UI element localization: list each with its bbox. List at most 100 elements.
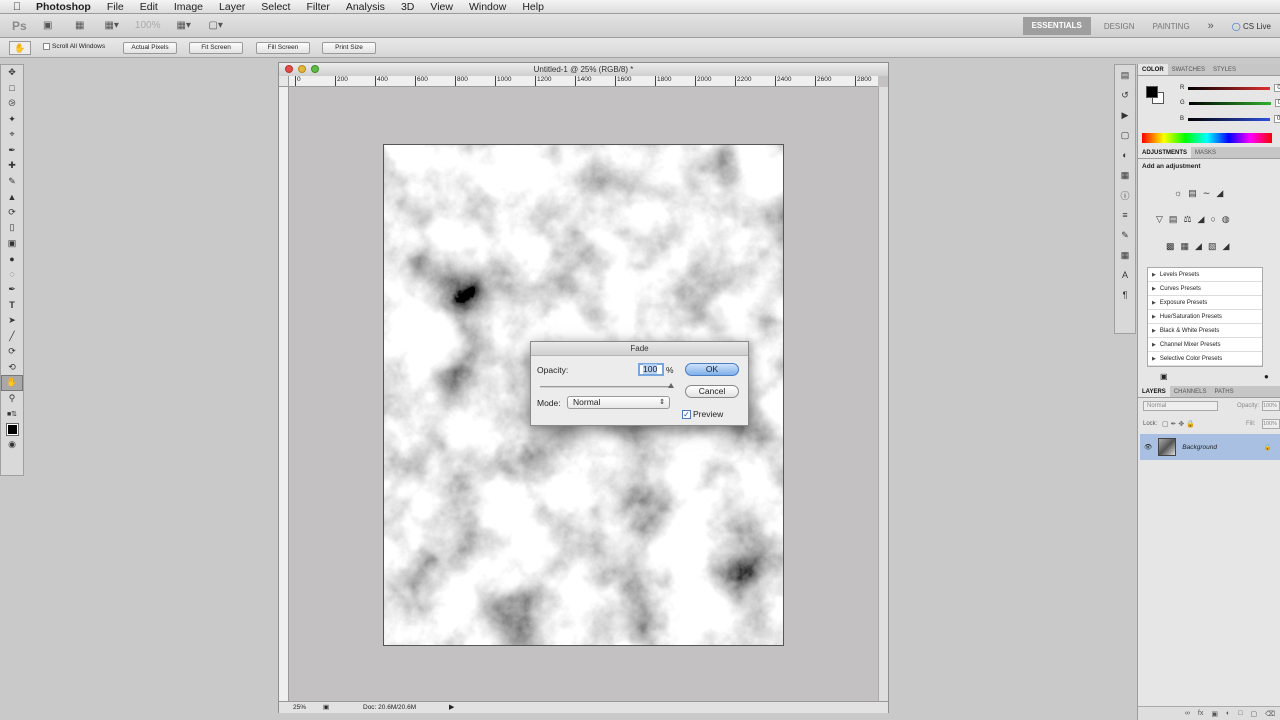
paragraph-icon[interactable]: ¶ <box>1115 285 1135 305</box>
healing-brush-tool-icon[interactable]: ✚ <box>1 158 23 174</box>
vibrance-icon[interactable]: ▽ <box>1156 214 1163 225</box>
document-title-bar[interactable]: Untitled-1 @ 25% (RGB/8) * <box>279 63 888 76</box>
preset-item[interactable]: ▶ Channel Mixer Presets <box>1148 338 1262 352</box>
cancel-button[interactable]: Cancel <box>685 385 739 398</box>
mini-bridge-icon[interactable]: ▦ <box>69 19 91 33</box>
mode-select[interactable]: Normal ⇕ <box>567 396 670 409</box>
menu-view[interactable]: View <box>422 1 461 13</box>
curves-icon[interactable]: ∼ <box>1203 188 1211 199</box>
navigator-icon[interactable]: ▦ <box>1115 165 1135 185</box>
threshold-icon[interactable]: ◢ <box>1195 241 1202 252</box>
app-menu[interactable]: Photoshop <box>24 1 99 13</box>
preset-item[interactable]: ▶ Selective Color Presets <box>1148 352 1262 366</box>
actions-icon[interactable]: ▶ <box>1115 105 1135 125</box>
photo-filter-icon[interactable]: ○ <box>1210 214 1215 225</box>
crop-tool-icon[interactable]: ⌖ <box>1 127 23 143</box>
marquee-tool-icon[interactable]: □ <box>1 81 23 97</box>
eyedropper-tool-icon[interactable]: ✒ <box>1 143 23 159</box>
dodge-tool-icon[interactable]: ◌ <box>1 267 23 283</box>
vertical-scrollbar[interactable] <box>878 87 888 704</box>
view-extras-icon[interactable]: ▦▾ <box>101 19 123 33</box>
zoom-icon[interactable] <box>311 65 319 73</box>
scroll-all-windows-checkbox[interactable]: Scroll All Windows <box>43 43 105 50</box>
opacity-slider[interactable] <box>540 386 670 388</box>
layer-opacity-input[interactable]: 100% <box>1262 401 1280 411</box>
mask-icon[interactable]: ◐ <box>1115 145 1135 165</box>
ok-button[interactable]: OK <box>685 363 739 376</box>
gradient-tool-icon[interactable]: ▣ <box>1 236 23 252</box>
ruler-origin[interactable] <box>279 76 289 87</box>
tab-channels[interactable]: CHANNELS <box>1170 386 1211 397</box>
preview-checkbox[interactable]: ✓ Preview <box>682 409 723 419</box>
hue-saturation-icon[interactable]: ▤ <box>1169 214 1178 225</box>
menu-edit[interactable]: Edit <box>132 1 166 13</box>
type-tool-icon[interactable]: T <box>1 298 23 314</box>
tab-color[interactable]: COLOR <box>1138 64 1168 75</box>
lasso-tool-icon[interactable]: ⧁ <box>1 96 23 112</box>
history-brush-tool-icon[interactable]: ⟳ <box>1 205 23 221</box>
preset-item[interactable]: ▶ Curves Presets <box>1148 282 1262 296</box>
minimize-icon[interactable] <box>298 65 306 73</box>
clone-source-icon[interactable]: ▦ <box>1115 245 1135 265</box>
path-selection-tool-icon[interactable]: ➤ <box>1 313 23 329</box>
opacity-input[interactable]: 100 <box>638 363 664 376</box>
invert-icon[interactable]: ▩ <box>1166 241 1175 252</box>
green-slider[interactable] <box>1188 101 1271 105</box>
preset-item[interactable]: ▶ Black & White Presets <box>1148 324 1262 338</box>
menu-3d[interactable]: 3D <box>393 1 422 13</box>
hand-tool-icon[interactable]: ✋ <box>1 375 23 391</box>
tab-paths[interactable]: PATHS <box>1210 386 1237 397</box>
horizontal-ruler[interactable]: 0 200 400 600 800 1000 1200 1400 1600 18… <box>289 76 878 87</box>
clip-to-layer-icon[interactable]: ▣ <box>1160 372 1168 381</box>
history-icon[interactable]: ↺ <box>1115 85 1135 105</box>
print-size-button[interactable]: Print Size <box>322 42 376 54</box>
checkmark-icon[interactable]: ✓ <box>682 409 691 419</box>
channel-mixer-icon[interactable]: ◍ <box>1222 214 1230 225</box>
green-value[interactable]: 0 <box>1274 99 1280 107</box>
layer-name[interactable]: Background <box>1182 444 1217 451</box>
menu-layer[interactable]: Layer <box>211 1 253 13</box>
reset-adjustment-icon[interactable]: ● <box>1264 372 1269 381</box>
zoom-tool-icon[interactable]: ⚲ <box>1 391 23 407</box>
more-workspaces-icon[interactable]: » <box>1199 20 1223 32</box>
workspace-essentials[interactable]: ESSENTIALS <box>1022 17 1091 35</box>
tab-adjustments[interactable]: ADJUSTMENTS <box>1138 147 1192 158</box>
black-white-icon[interactable]: ◢ <box>1198 214 1205 225</box>
brush-presets-icon[interactable]: ≡ <box>1115 205 1135 225</box>
lock-icons[interactable]: ▢ ✒ ✥ 🔒 <box>1162 420 1195 428</box>
blur-tool-icon[interactable]: ● <box>1 251 23 267</box>
character-icon[interactable]: A <box>1115 265 1135 285</box>
new-adjustment-layer-icon[interactable]: ◐ <box>1226 710 1230 717</box>
selective-color-icon[interactable]: ◢ <box>1222 241 1229 252</box>
actual-pixels-button[interactable]: Actual Pixels <box>123 42 177 54</box>
blue-value[interactable]: 0 <box>1274 115 1280 123</box>
status-export-icon[interactable]: ▣ <box>323 702 329 713</box>
fade-dialog-title[interactable]: Fade <box>531 342 748 356</box>
shape-tool-icon[interactable]: ╱ <box>1 329 23 345</box>
foreground-background-color-icon[interactable] <box>1 422 23 438</box>
menu-help[interactable]: Help <box>514 1 552 13</box>
quick-mask-icon[interactable]: ◉ <box>1 437 23 453</box>
close-icon[interactable] <box>285 65 293 73</box>
zoom-level[interactable]: 100% <box>133 19 163 33</box>
preset-item[interactable]: ▶ Levels Presets <box>1148 268 1262 282</box>
foreground-color-swatch-top[interactable] <box>1146 86 1158 98</box>
new-layer-icon[interactable]: ▢ <box>1250 710 1257 718</box>
menu-filter[interactable]: Filter <box>298 1 337 13</box>
preset-item[interactable]: ▶ Exposure Presets <box>1148 296 1262 310</box>
tool-presets-icon[interactable]: ▢ <box>1115 125 1135 145</box>
3d-rotate-tool-icon[interactable]: ⟳ <box>1 344 23 360</box>
move-tool-icon[interactable]: ✥ <box>1 65 23 81</box>
arrange-documents-icon[interactable]: ▦▾ <box>173 19 195 33</box>
workspace-design[interactable]: DESIGN <box>1095 22 1144 31</box>
quick-select-tool-icon[interactable]: ✦ <box>1 112 23 128</box>
pen-tool-icon[interactable]: ✒ <box>1 282 23 298</box>
tab-masks[interactable]: MASKS <box>1191 147 1220 158</box>
histogram-icon[interactable]: ▤ <box>1115 65 1135 85</box>
blend-mode-select[interactable]: Normal <box>1143 401 1218 411</box>
vertical-ruler[interactable] <box>279 87 289 704</box>
color-spectrum[interactable] <box>1142 133 1272 143</box>
menu-file[interactable]: File <box>99 1 132 13</box>
link-layers-icon[interactable]: ∞ <box>1185 710 1190 717</box>
tab-styles[interactable]: STYLES <box>1209 64 1240 75</box>
